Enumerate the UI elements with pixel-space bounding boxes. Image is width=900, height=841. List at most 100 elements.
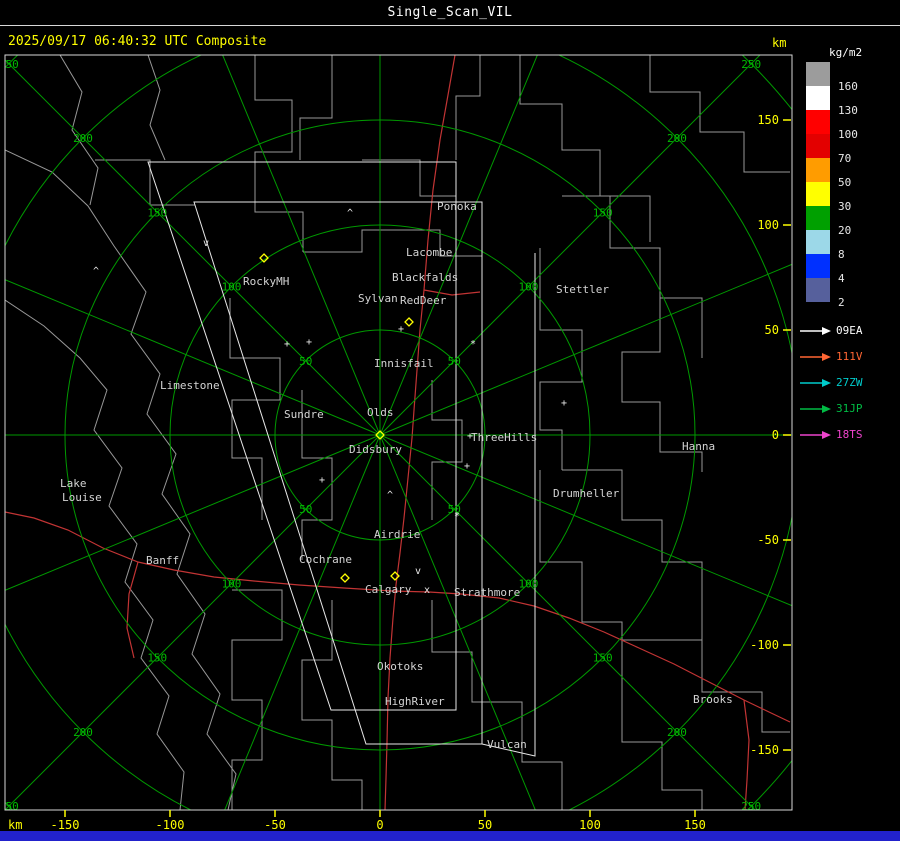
- radar-site-legend: 09EA 111V 27ZW 31JP 18TS: [798, 318, 898, 448]
- right-axis-tick-label: -150: [750, 743, 779, 757]
- county-boundary-line: [303, 229, 483, 300]
- city-label: Lacombe: [406, 246, 452, 259]
- range-distance-label: 250: [0, 800, 19, 813]
- range-distance-label: 50: [299, 355, 312, 368]
- city-label: Okotoks: [377, 660, 423, 673]
- obs-symbol: *: [454, 511, 460, 522]
- obs-symbol: +: [284, 339, 290, 350]
- county-boundary-line: [5, 149, 237, 810]
- city-label: Ponoka: [437, 200, 477, 213]
- scan-sector-outline: [481, 253, 536, 757]
- range-distance-label: 150: [593, 652, 613, 665]
- colorbar-threshold-label: 2: [838, 296, 845, 309]
- radar-id-label: 18TS: [836, 428, 863, 441]
- colorbar-row: 100: [806, 110, 896, 141]
- obs-symbol: ^: [347, 208, 353, 219]
- county-boundary-line: [621, 690, 703, 810]
- radar-arrow-icon: [800, 379, 831, 387]
- colorbar-row: 70: [806, 134, 896, 165]
- colorbar-swatch: [806, 134, 830, 158]
- right-axis-tick-label: 150: [757, 113, 779, 127]
- county-boundary-line: [231, 589, 283, 810]
- colorbar-row: 130: [806, 86, 896, 117]
- status-bar: [0, 831, 900, 841]
- city-label: Hanna: [682, 440, 715, 453]
- azimuth-spoke: [5, 434, 381, 591]
- colorbar-swatch: [806, 230, 830, 254]
- city-label: Limestone: [160, 379, 220, 392]
- right-axis-tick-label: -100: [750, 638, 779, 652]
- county-boundary-line: [362, 159, 456, 197]
- legend-row: 18TS: [798, 422, 898, 448]
- legend-row: 09EA: [798, 318, 898, 344]
- range-distance-label: 200: [73, 726, 93, 739]
- radar-id-label: 27ZW: [836, 376, 863, 389]
- obs-symbol: v: [203, 238, 209, 249]
- obs-symbol: ^: [93, 266, 99, 277]
- radar-arrow-icon: [800, 405, 831, 413]
- colorbar-swatch: [806, 62, 830, 86]
- bottom-axis-tick-label: -150: [51, 818, 80, 832]
- colorbar-row: 50: [806, 158, 896, 189]
- colorbar-swatch: [806, 158, 830, 182]
- azimuth-spoke: [5, 59, 381, 436]
- legend-row: 111V: [798, 344, 898, 370]
- legend-row: 27ZW: [798, 370, 898, 396]
- range-distance-label: 100: [519, 577, 539, 590]
- city-label: Louise: [62, 491, 102, 504]
- city-label: Didsbury: [349, 443, 402, 456]
- city-label: Sylvan: [358, 292, 398, 305]
- colorbar-swatch: [806, 278, 830, 302]
- radar-arrow-icon: [800, 353, 831, 361]
- highway-line: [126, 561, 139, 659]
- obs-symbol: +: [319, 475, 325, 486]
- city-label: Innisfail: [374, 357, 434, 370]
- city-label: RedDeer: [400, 294, 447, 307]
- city-label: ThreeHills: [471, 431, 537, 444]
- radar-id-label: 09EA: [836, 324, 863, 337]
- city-label: Airdrie: [374, 528, 420, 541]
- county-boundary-line: [562, 195, 703, 358]
- radar-id-label: 111V: [836, 350, 863, 363]
- obs-symbol: x: [424, 585, 430, 596]
- range-distance-label: 150: [147, 206, 167, 219]
- county-boundary-line: [254, 55, 304, 252]
- legend-row: 31JP: [798, 396, 898, 422]
- city-label: Calgary: [365, 583, 412, 596]
- colorbar-swatch: [806, 206, 830, 230]
- colorbar-row: 2: [806, 278, 896, 309]
- range-distance-label: 100: [222, 577, 242, 590]
- right-axis-tick-label: 0: [772, 428, 779, 442]
- range-distance-label: 250: [741, 800, 761, 813]
- highway-line: [743, 699, 750, 810]
- city-label: Brooks: [693, 693, 733, 706]
- range-distance-label: 250: [741, 58, 761, 71]
- county-boundary-line: [455, 55, 481, 160]
- bottom-axis-tick-label: 150: [684, 818, 706, 832]
- azimuth-spoke: [5, 434, 381, 810]
- colorbar-swatch: [806, 182, 830, 206]
- arrow-head: [822, 431, 831, 439]
- city-label: Sundre: [284, 408, 324, 421]
- county-boundary-line: [299, 55, 333, 160]
- radar-arrow-icon: [800, 431, 831, 439]
- obs-symbol: +: [464, 461, 470, 472]
- range-distance-label: 200: [73, 132, 93, 145]
- right-axis-tick-label: 50: [765, 323, 779, 337]
- range-distance-label: 100: [222, 281, 242, 294]
- colorbar-swatch: [806, 86, 830, 110]
- colorbar-swatch: [806, 110, 830, 134]
- bottom-axis-unit-label: km: [8, 818, 22, 832]
- radar-arrow-icon: [800, 327, 831, 335]
- county-boundary-line: [95, 159, 195, 206]
- city-label: Banff: [146, 554, 179, 567]
- city-label: Stettler: [556, 283, 609, 296]
- vil-colorbar: 160 130 100 70 50 30 20 8 4 2: [806, 62, 896, 309]
- arrow-head: [822, 353, 831, 361]
- range-distance-label: 200: [667, 132, 687, 145]
- obs-symbol: v: [415, 566, 421, 577]
- arrow-head: [822, 327, 831, 335]
- radar-map-display[interactable]: 50 100 150 200 250 50 100 150 200 250 50 100 150 200 2…: [0, 0, 900, 841]
- bottom-axis-tick-label: -100: [156, 818, 185, 832]
- colorbar-row: 30: [806, 182, 896, 213]
